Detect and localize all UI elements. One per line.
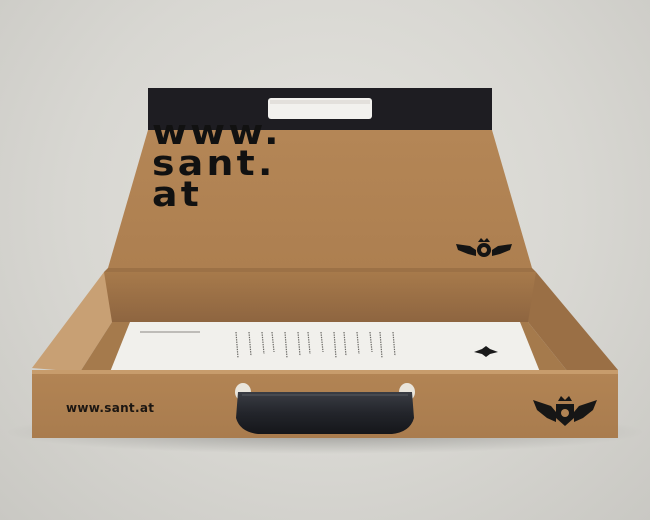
letterhead-paper [110,322,540,372]
lid-url-text: www. sant. at [152,113,282,215]
inner-back-wall [104,272,536,322]
briefcase-box-scene [5,88,645,454]
front-url-text: www.sant.at [66,401,155,415]
briefcase-handle [236,392,414,434]
